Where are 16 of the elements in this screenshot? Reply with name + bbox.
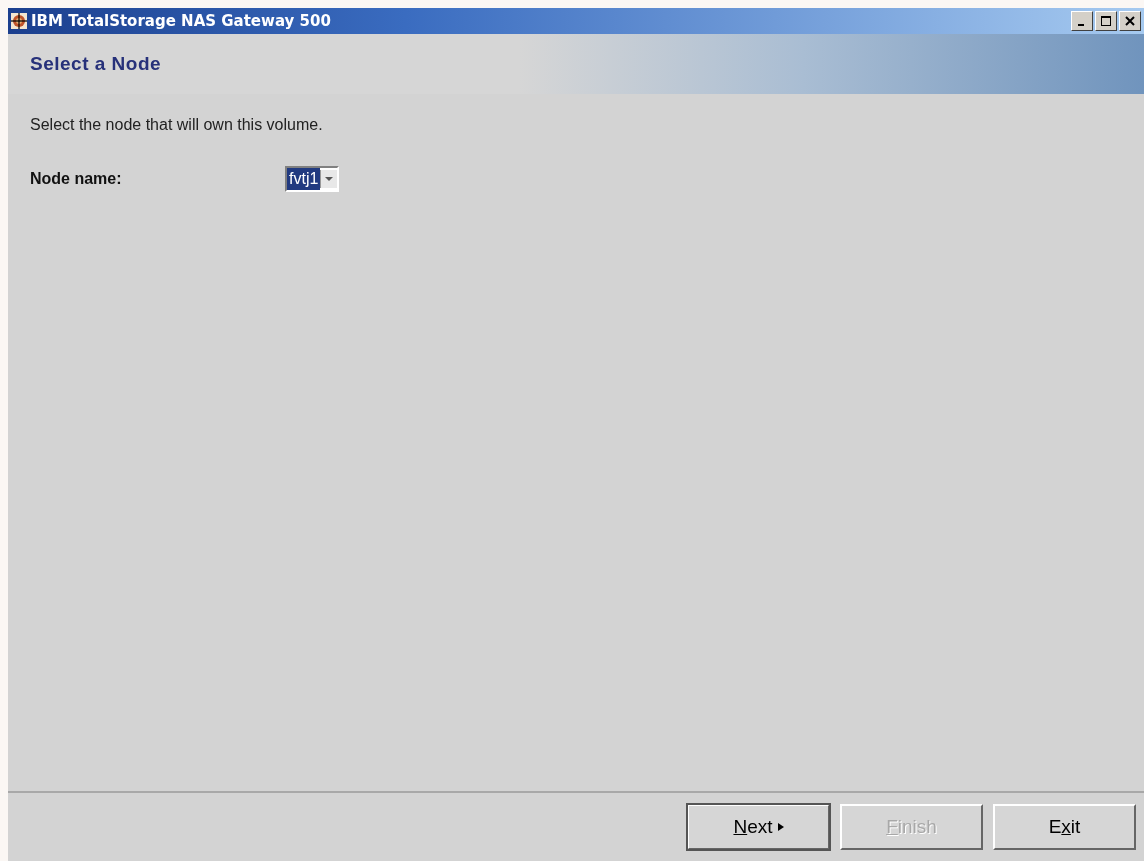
maximize-button[interactable] [1095,11,1117,31]
minimize-icon [1077,24,1084,26]
page-title: Select a Node [30,53,162,75]
next-button[interactable]: Next [687,804,830,850]
node-dropdown[interactable]: fvtj1 [285,166,340,192]
instruction-text: Select the node that will own this volume. [30,116,324,134]
window-title: IBM TotalStorage NAS Gateway 500 [31,12,331,30]
dialog-button[interactable]: Exit [993,804,1136,850]
caret-icon [320,170,338,188]
triangle-right-icon [777,823,784,831]
maximize-icon [1101,16,1111,26]
close-icon [1125,16,1135,26]
field-label: Node name: [30,170,123,188]
app-icon [11,13,27,29]
close-button[interactable] [1119,11,1141,31]
minimize-button[interactable] [1071,11,1093,31]
